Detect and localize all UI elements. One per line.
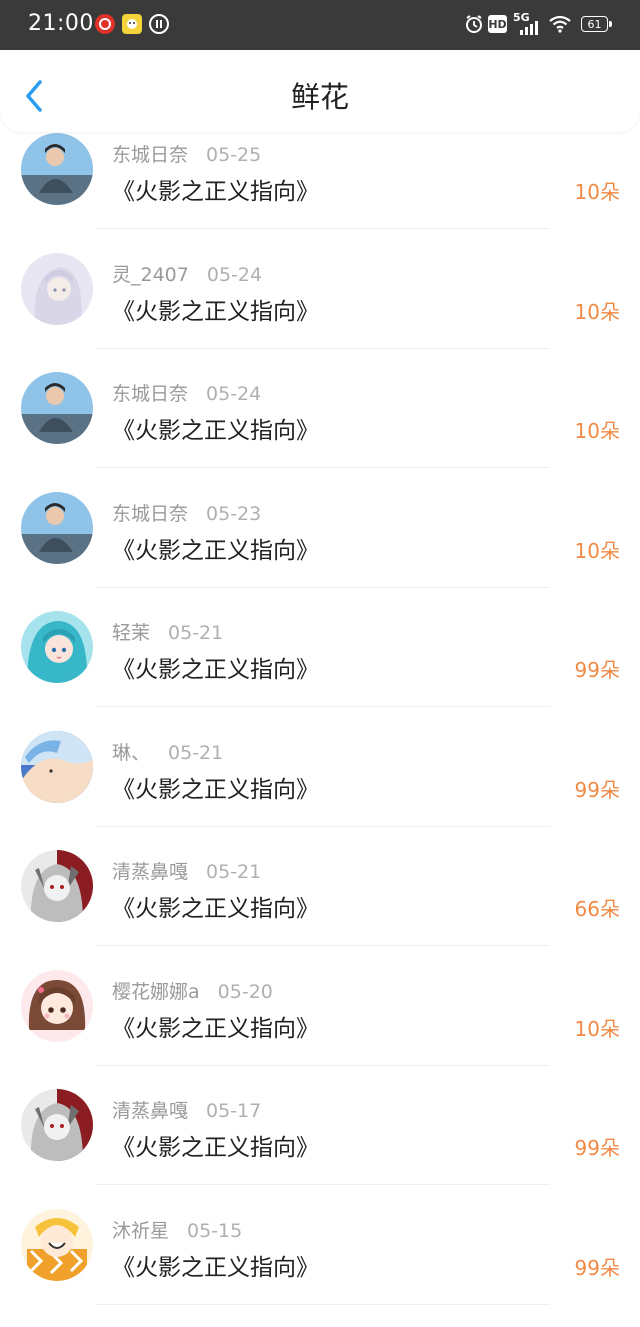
user-name[interactable]: 清蒸鼻嘎	[112, 861, 188, 883]
user-avatar[interactable]	[21, 850, 93, 922]
user-name[interactable]: 樱花娜娜a	[112, 981, 200, 1003]
book-title[interactable]: 《火影之正义指向》	[112, 1128, 319, 1162]
gift-date: 05-23	[206, 503, 262, 525]
gift-date: 05-24	[206, 383, 262, 405]
user-avatar[interactable]	[21, 372, 93, 444]
user-name-line: 东城日奈 05-24	[112, 379, 261, 406]
flower-list-item[interactable]: 樱花娜娜a 05-20 《火影之正义指向》 10朵	[0, 969, 640, 1088]
user-avatar[interactable]	[21, 1089, 93, 1161]
gift-date: 05-21	[168, 742, 224, 764]
user-name[interactable]: 东城日奈	[112, 383, 188, 405]
user-avatar[interactable]	[21, 253, 93, 325]
flower-list-item[interactable]: 沐祈星 05-15 《火影之正义指向》 99朵	[0, 1208, 640, 1327]
flower-list-item[interactable]: 清蒸鼻嘎 05-21 《火影之正义指向》 66朵	[0, 849, 640, 968]
row-divider	[95, 1065, 550, 1066]
row-divider	[95, 826, 550, 827]
flower-list-item[interactable]: 东城日奈 05-24 《火影之正义指向》 10朵	[0, 371, 640, 490]
user-avatar[interactable]	[21, 970, 93, 1042]
book-title[interactable]: 《火影之正义指向》	[112, 1009, 319, 1043]
gift-date: 05-15	[187, 1220, 243, 1242]
row-divider	[95, 467, 550, 468]
user-name-line: 琳、 05-21	[112, 738, 223, 765]
battery-tip	[609, 21, 612, 27]
flower-count: 10朵	[574, 180, 620, 204]
user-name-line: 清蒸鼻嘎 05-21	[112, 857, 261, 884]
flower-count: 99朵	[574, 658, 620, 682]
row-divider	[95, 1304, 550, 1305]
book-title[interactable]: 《火影之正义指向》	[112, 889, 319, 923]
flower-count: 10朵	[574, 419, 620, 443]
alarm-icon	[464, 14, 484, 38]
flower-count: 10朵	[574, 300, 620, 324]
user-name-line: 东城日奈 05-25	[112, 140, 261, 167]
user-name[interactable]: 东城日奈	[112, 144, 188, 166]
user-name[interactable]: 灵_2407	[112, 264, 189, 286]
data-usage-icon	[149, 14, 169, 34]
book-title[interactable]: 《火影之正义指向》	[112, 411, 319, 445]
user-avatar[interactable]	[21, 611, 93, 683]
gift-date: 05-21	[168, 622, 224, 644]
row-divider	[95, 348, 550, 349]
user-name[interactable]: 沐祈星	[112, 1220, 169, 1242]
book-title[interactable]: 《火影之正义指向》	[112, 770, 319, 804]
user-name-line: 东城日奈 05-23	[112, 499, 261, 526]
user-name-line: 沐祈星 05-15	[112, 1216, 242, 1243]
user-avatar[interactable]	[21, 1209, 93, 1281]
battery-icon: 61	[581, 16, 608, 32]
flower-count: 99朵	[574, 1256, 620, 1280]
user-avatar[interactable]	[21, 133, 93, 205]
book-title[interactable]: 《火影之正义指向》	[112, 650, 319, 684]
flower-list-item[interactable]: 清蒸鼻嘎 05-17 《火影之正义指向》 99朵	[0, 1088, 640, 1207]
header-bar: 鲜花	[0, 50, 640, 132]
row-divider	[95, 1184, 550, 1185]
row-divider	[95, 228, 550, 229]
app-notification-icon	[122, 14, 142, 34]
row-divider	[95, 587, 550, 588]
flower-list-item[interactable]: 东城日奈 05-25 《火影之正义指向》 10朵	[0, 132, 640, 251]
gift-date: 05-17	[206, 1100, 262, 1122]
user-name[interactable]: 轻茉	[112, 622, 150, 644]
user-name-line: 灵_2407 05-24	[112, 260, 262, 287]
book-title[interactable]: 《火影之正义指向》	[112, 531, 319, 565]
user-name-line: 轻茉 05-21	[112, 618, 223, 645]
gift-date: 05-21	[206, 861, 262, 883]
user-name-line: 樱花娜娜a 05-20	[112, 977, 273, 1004]
flower-list-item[interactable]: 东城日奈 05-23 《火影之正义指向》 10朵	[0, 491, 640, 610]
user-name-line: 清蒸鼻嘎 05-17	[112, 1096, 261, 1123]
user-name[interactable]: 清蒸鼻嘎	[112, 1100, 188, 1122]
flower-list-item[interactable]: 轻茉 05-21 《火影之正义指向》 99朵	[0, 610, 640, 729]
wifi-icon	[549, 15, 571, 37]
netease-music-icon	[95, 14, 115, 34]
user-name[interactable]: 东城日奈	[112, 503, 188, 525]
row-divider	[95, 706, 550, 707]
user-name[interactable]: 琳、	[112, 742, 150, 764]
flower-count: 10朵	[574, 539, 620, 563]
book-title[interactable]: 《火影之正义指向》	[112, 1248, 319, 1282]
gift-date: 05-24	[206, 264, 263, 286]
book-title[interactable]: 《火影之正义指向》	[112, 292, 319, 326]
signal-icon	[520, 20, 542, 39]
row-divider	[95, 945, 550, 946]
status-time: 21:00	[28, 11, 94, 36]
user-avatar[interactable]	[21, 492, 93, 564]
flower-count: 66朵	[574, 897, 620, 921]
book-title[interactable]: 《火影之正义指向》	[112, 172, 319, 206]
page-title: 鲜花	[290, 80, 349, 114]
user-avatar[interactable]	[21, 731, 93, 803]
flower-count: 99朵	[574, 1136, 620, 1160]
flower-list-item[interactable]: 灵_2407 05-24 《火影之正义指向》 10朵	[0, 252, 640, 371]
hd-badge: HD	[488, 15, 507, 33]
flower-count: 10朵	[574, 1017, 620, 1041]
flower-count: 99朵	[574, 778, 620, 802]
status-bar: 21:00 HD 5G 61	[0, 0, 640, 50]
gift-date: 05-20	[217, 981, 273, 1003]
gift-date: 05-25	[206, 144, 262, 166]
flower-list-item[interactable]: 琳、 05-21 《火影之正义指向》 99朵	[0, 730, 640, 849]
